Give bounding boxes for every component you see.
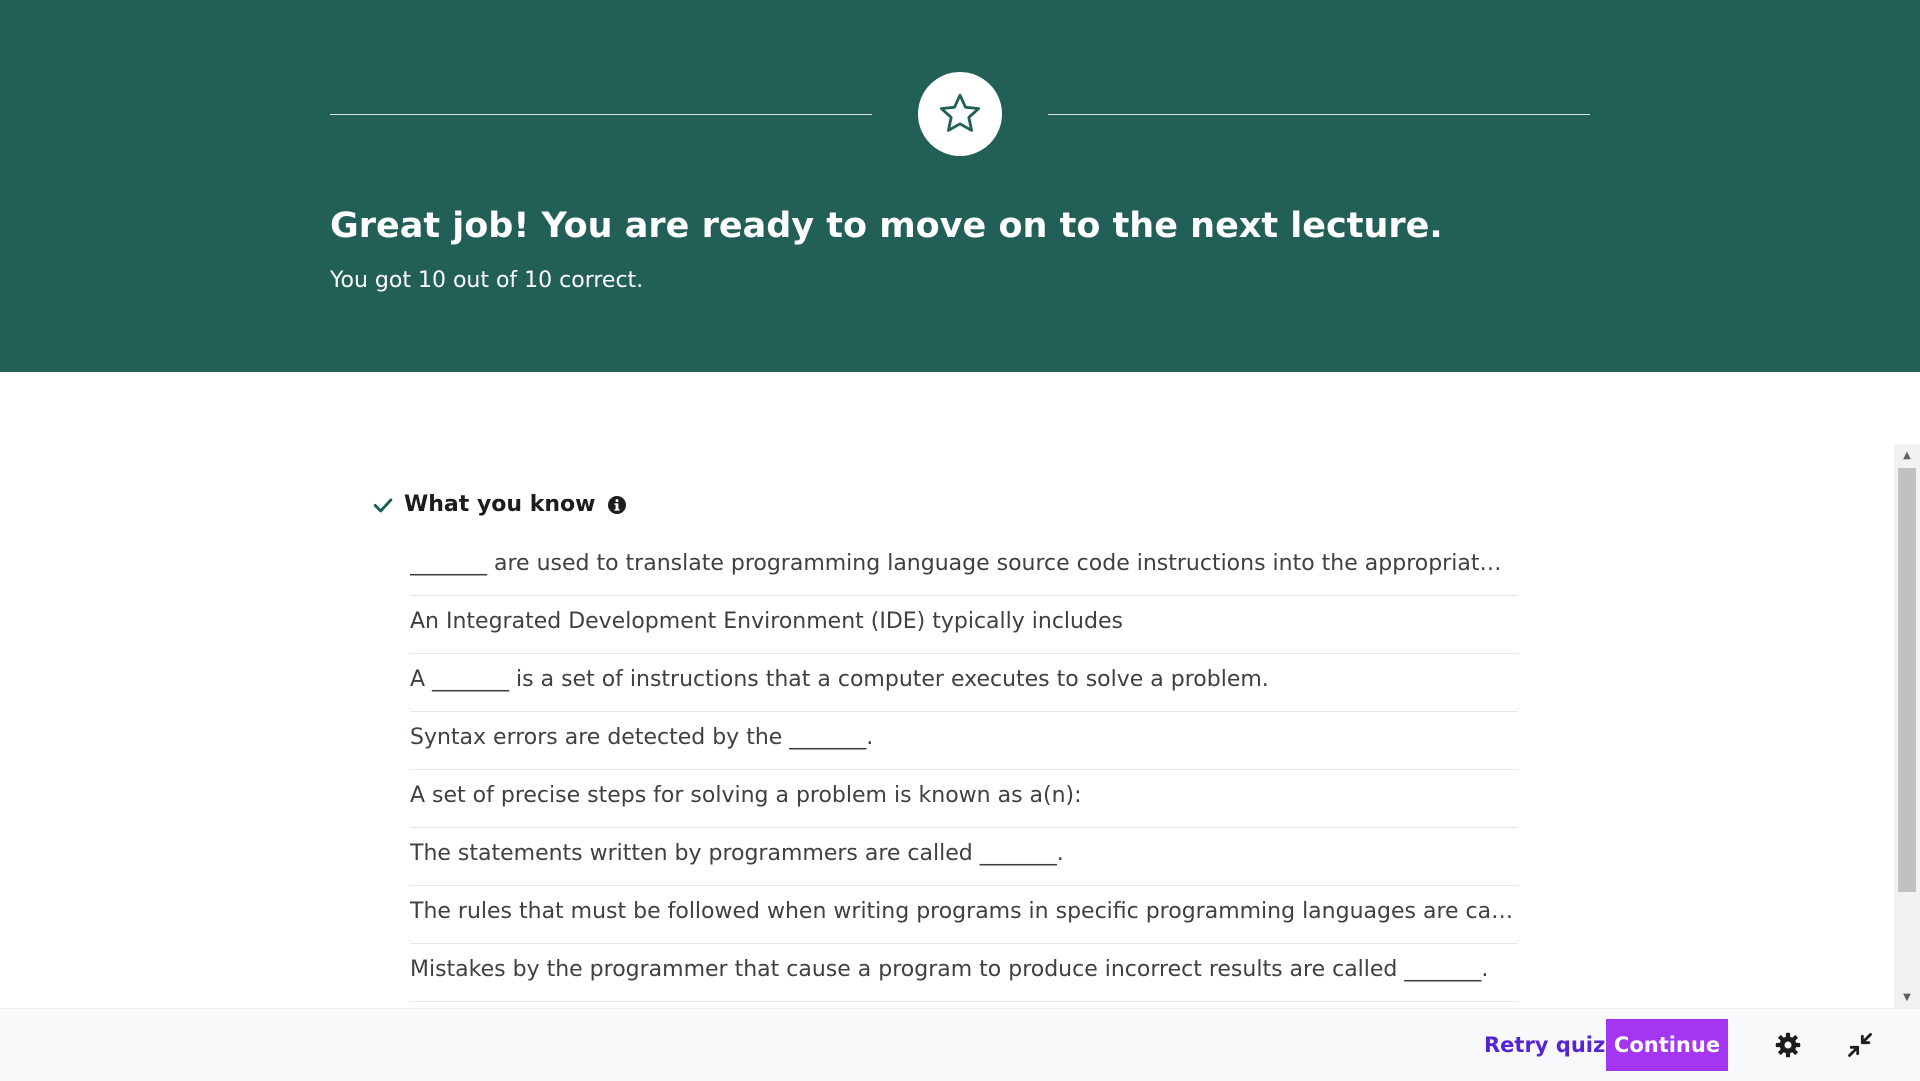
star-badge: [918, 72, 1002, 156]
header-divider-left: [330, 114, 872, 115]
scroll-up-arrow[interactable]: ▲: [1894, 444, 1920, 466]
question-item: Mistakes by the programmer that cause a …: [410, 944, 1518, 1002]
result-title: Great job! You are ready to move on to t…: [330, 206, 1443, 246]
result-score: You got 10 out of 10 correct.: [330, 268, 644, 293]
question-item: An Integrated Development Environment (I…: [410, 596, 1518, 654]
question-item: The statements written by programmers ar…: [410, 828, 1518, 886]
exit-fullscreen-button[interactable]: [1838, 1023, 1882, 1067]
question-item: A set of precise steps for solving a pro…: [410, 770, 1518, 828]
results-content[interactable]: What you know _______ are used to transl…: [0, 372, 1894, 1008]
question-item: Syntax errors are detected by the ______…: [410, 712, 1518, 770]
gear-icon: [1774, 1031, 1802, 1059]
vertical-scrollbar[interactable]: ▲ ▼: [1894, 444, 1920, 1008]
results-header: Great job! You are ready to move on to t…: [0, 0, 1920, 372]
quiz-footer: Retry quiz Continue: [0, 1008, 1920, 1081]
star-icon: [936, 90, 984, 138]
question-item: _______ are used to translate programmin…: [410, 538, 1518, 596]
question-item: A _______ is a set of instructions that …: [410, 654, 1518, 712]
header-divider-right: [1048, 114, 1590, 115]
section-header: What you know: [372, 492, 627, 517]
check-icon: [372, 494, 394, 516]
scroll-down-arrow[interactable]: ▼: [1894, 986, 1920, 1008]
retry-quiz-button[interactable]: Retry quiz: [1470, 1019, 1619, 1071]
info-icon[interactable]: [607, 495, 627, 515]
collapse-icon: [1846, 1031, 1874, 1059]
continue-button[interactable]: Continue: [1606, 1019, 1728, 1071]
settings-button[interactable]: [1766, 1023, 1810, 1067]
question-list: _______ are used to translate programmin…: [410, 538, 1518, 1002]
scrollbar-thumb[interactable]: [1898, 468, 1916, 892]
section-title: What you know: [404, 492, 596, 517]
question-item: The rules that must be followed when wri…: [410, 886, 1518, 944]
